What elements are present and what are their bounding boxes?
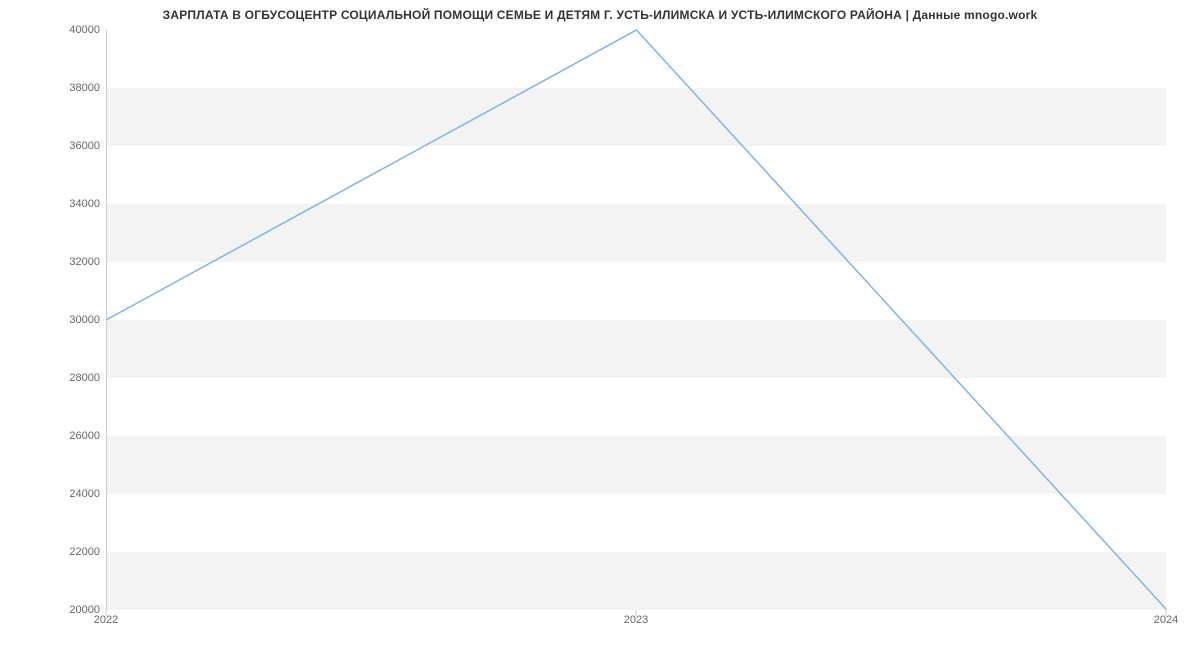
y-tick-label: 30000 [10,314,100,326]
chart-container: ЗАРПЛАТА В ОГБУСОЦЕНТР СОЦИАЛЬНОЙ ПОМОЩИ… [0,0,1200,650]
x-tick-label: 2024 [1154,614,1178,626]
y-tick-label: 32000 [10,256,100,268]
x-tick-label: 2023 [624,614,648,626]
y-tick-label: 20000 [10,604,100,616]
y-tick-label: 36000 [10,140,100,152]
chart-title: ЗАРПЛАТА В ОГБУСОЦЕНТР СОЦИАЛЬНОЙ ПОМОЩИ… [0,8,1200,22]
y-tick-label: 24000 [10,488,100,500]
y-tick-label: 28000 [10,372,100,384]
x-tick-label: 2022 [94,614,118,626]
y-tick-label: 38000 [10,82,100,94]
plot-area [106,30,1166,610]
y-tick-label: 34000 [10,198,100,210]
line-layer [107,30,1166,609]
y-tick-label: 26000 [10,430,100,442]
y-tick-label: 40000 [10,24,100,36]
y-tick-label: 22000 [10,546,100,558]
series-line [107,30,1166,609]
